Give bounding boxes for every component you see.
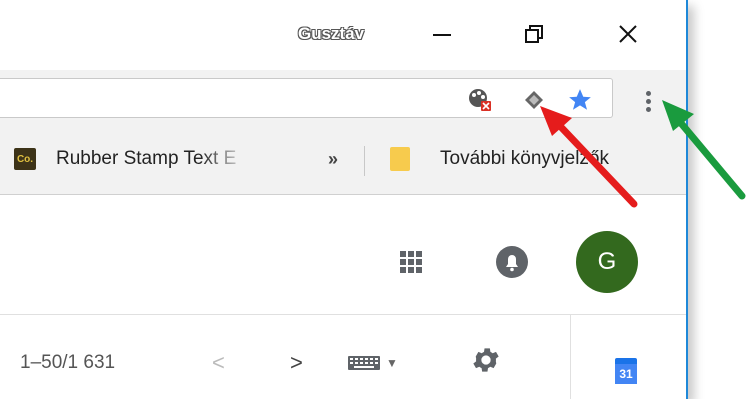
palette-blocked-icon[interactable] — [466, 86, 494, 114]
apps-grid-icon[interactable] — [400, 251, 422, 273]
input-tools-button[interactable]: ▼ — [348, 356, 398, 370]
bookmark-item[interactable]: Co. Rubber Stamp Text E — [14, 145, 236, 173]
browser-window: Gusztáv Co. Rubber Stamp Text E » Tovább… — [0, 0, 688, 399]
settings-gear-icon[interactable] — [470, 344, 502, 376]
title-bar: Gusztáv — [0, 0, 686, 70]
browser-toolbar — [0, 70, 686, 126]
bookmarks-bar: Co. Rubber Stamp Text E » További könyvj… — [0, 126, 686, 195]
profile-name[interactable]: Gusztáv — [298, 24, 364, 44]
toolbar-divider — [0, 314, 686, 315]
restore-icon — [525, 25, 543, 43]
pagination-text: 1–50/1 631 — [20, 352, 116, 373]
coolpdf-icon: Co. — [14, 148, 36, 170]
minimize-button[interactable] — [418, 14, 466, 54]
notifications-bell-icon[interactable] — [494, 244, 530, 280]
bookmarks-separator — [364, 146, 365, 176]
other-bookmarks-label: További könyvjelzők — [440, 148, 609, 169]
chrome-menu-button[interactable] — [636, 84, 660, 118]
bookmark-label: Rubber Stamp Text E — [56, 148, 237, 169]
restore-button[interactable] — [510, 14, 558, 54]
close-button[interactable] — [604, 14, 652, 54]
close-icon — [619, 25, 637, 43]
calendar-day: 31 — [615, 364, 637, 384]
next-page-button[interactable]: > — [290, 350, 303, 376]
folder-icon — [390, 147, 410, 171]
chevron-down-icon: ▼ — [386, 356, 398, 370]
account-avatar[interactable]: G — [576, 231, 638, 293]
more-vert-icon — [645, 90, 651, 96]
keyboard-icon — [348, 356, 380, 370]
diamond-extension-icon[interactable] — [520, 86, 548, 114]
minimize-icon — [433, 34, 451, 36]
side-panel-divider — [570, 315, 571, 399]
calendar-icon[interactable]: 31 — [615, 358, 637, 384]
prev-page-button[interactable]: < — [212, 350, 225, 376]
bookmark-star-icon[interactable] — [566, 86, 594, 114]
other-bookmarks-folder[interactable]: További könyvjelzők — [390, 145, 609, 173]
bookmarks-overflow-button[interactable]: » — [328, 149, 338, 170]
